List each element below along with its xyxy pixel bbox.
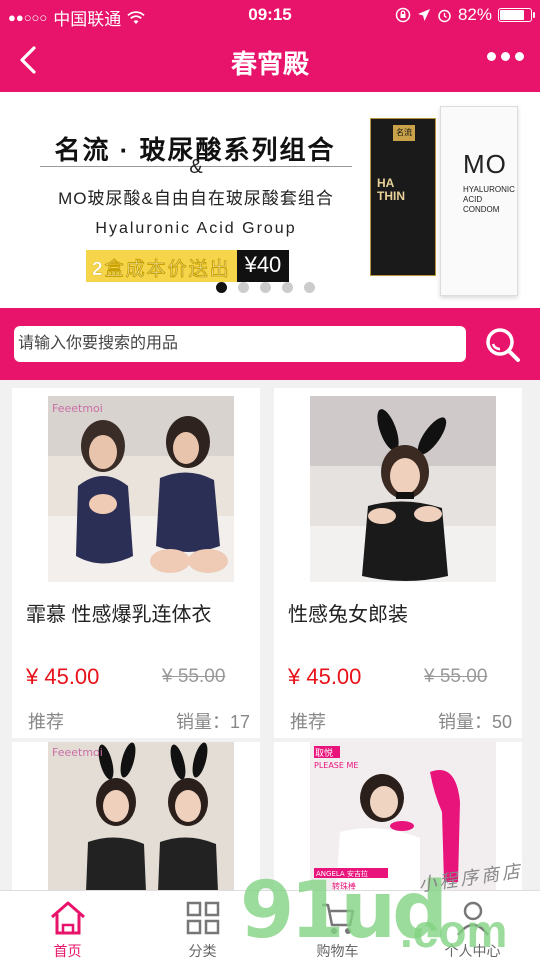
product-name: 性感兔女郎装: [288, 604, 408, 626]
tab-cart[interactable]: 购物车: [270, 891, 405, 960]
product-card[interactable]: 性感兔女郎装 ¥ 45.00 ¥ 55.00 推荐 销量：50: [274, 388, 522, 738]
tab-label: 个人中心: [444, 943, 501, 959]
image-brand-text: 取悦: [315, 747, 333, 759]
battery-percent: 82%: [457, 5, 492, 24]
product-card[interactable]: 取悦 PLEASE ME ANGELA 安吉拉 转珠棒: [274, 742, 522, 890]
user-icon: [457, 901, 489, 936]
product-photo: [310, 396, 496, 582]
product-card[interactable]: Feeetmoi: [12, 742, 260, 890]
carousel-dot[interactable]: [282, 282, 293, 293]
image-brand-text: Feeetmoi: [52, 402, 103, 415]
cart-icon: [322, 903, 355, 934]
image-brand-text: Feeetmoi: [52, 746, 103, 759]
product-image: 取悦 PLEASE ME ANGELA 安吉拉 转珠棒: [310, 742, 496, 890]
banner-subtitle: MO玻尿酸&自由自在玻尿酸套组合: [58, 189, 334, 208]
product-grid: Feeetmoi 霏慕 性感爆乳连体衣 ¥ 45.00 ¥ 55.00 推荐 销…: [0, 380, 540, 890]
product-sales: 销量：17: [175, 712, 250, 732]
product-old-price: ¥ 55.00: [424, 666, 488, 687]
more-dot-icon: [515, 52, 524, 61]
carousel-dot[interactable]: [238, 282, 249, 293]
image-tag-text: ANGELA 安吉拉: [316, 869, 368, 878]
search-bar: [0, 308, 540, 380]
tab-label: 购物车: [316, 943, 359, 959]
tab-home[interactable]: 首页: [0, 891, 135, 960]
product-card[interactable]: Feeetmoi 霏慕 性感爆乳连体衣 ¥ 45.00 ¥ 55.00 推荐 销…: [12, 388, 260, 738]
product-box-black: 名流 HA THIN: [370, 118, 436, 276]
product-sales: 销量：50: [437, 712, 512, 732]
product-photo: Feeetmoi: [48, 742, 234, 890]
alarm-icon: [438, 9, 451, 22]
tab-bar: 首页 分类 购物车 个人中心: [0, 890, 540, 960]
more-dot-icon: [487, 52, 496, 61]
banner-ampersand: &: [189, 156, 203, 178]
image-tag2-text: 转珠棒: [332, 881, 356, 890]
box-desc-line2: ACID: [463, 195, 483, 204]
product-image: Feeetmoi: [48, 396, 234, 582]
product-name: 霏慕 性感爆乳连体衣: [26, 604, 212, 626]
box-name-line2: THIN: [377, 189, 405, 203]
location-icon: [417, 9, 430, 21]
nav-bar: 春宵殿: [0, 30, 540, 92]
banner-promo-price: ¥40: [236, 250, 290, 282]
carousel-indicator: [216, 282, 315, 293]
product-price: ¥ 45.00: [288, 664, 362, 689]
image-brand-en-text: PLEASE ME: [314, 761, 358, 770]
product-old-price: ¥ 55.00: [162, 666, 226, 687]
box-desc-line1: HYALURONIC: [463, 185, 515, 194]
search-button[interactable]: [484, 326, 522, 364]
battery-icon: [498, 8, 535, 22]
search-input[interactable]: [14, 326, 466, 362]
carousel-dot[interactable]: [216, 282, 227, 293]
banner-english: Hyaluronic Acid Group: [95, 220, 297, 237]
tab-category[interactable]: 分类: [135, 891, 270, 960]
product-photo: Feeetmoi: [48, 396, 234, 582]
tab-label: 首页: [53, 943, 82, 959]
promo-banner[interactable]: 名流 · 玻尿酸系列组合 & MO玻尿酸&自由自在玻尿酸套组合 Hyaluron…: [0, 92, 540, 308]
search-icon: [486, 328, 520, 362]
battery-fill: [500, 10, 524, 20]
home-icon: [51, 901, 85, 935]
carousel-dot[interactable]: [260, 282, 271, 293]
product-tag: 推荐: [290, 712, 326, 732]
box-desc: HYALURONIC ACID CONDOM: [463, 185, 515, 215]
product-box-white: MO HYALURONIC ACID CONDOM: [440, 106, 518, 296]
box-logo: 名流: [393, 125, 415, 141]
product-price: ¥ 45.00: [26, 664, 100, 689]
page-title: 春宵殿: [230, 49, 309, 79]
box-brand: MO: [463, 149, 507, 179]
box-name: HA THIN: [377, 177, 405, 203]
status-right: 82%: [395, 5, 535, 25]
grid-icon: [186, 901, 220, 935]
more-dot-icon: [501, 52, 510, 61]
tab-label: 分类: [188, 943, 217, 959]
box-desc-line3: CONDOM: [463, 205, 500, 214]
rotation-lock-icon: [395, 7, 411, 23]
product-image: [310, 396, 496, 582]
banner-promo: 2盒成本价送出 ¥40: [86, 250, 290, 282]
more-menu-button[interactable]: [487, 52, 524, 61]
banner-promo-text: 2盒成本价送出: [86, 250, 237, 282]
carousel-dot[interactable]: [304, 282, 315, 293]
product-image: Feeetmoi: [48, 742, 234, 890]
tab-profile[interactable]: 个人中心: [405, 891, 540, 960]
product-tag: 推荐: [28, 712, 64, 732]
status-bar: ●●○○○ 中国联通 09:15 82%: [0, 0, 540, 30]
product-photo: 取悦 PLEASE ME ANGELA 安吉拉 转珠棒: [310, 742, 496, 890]
